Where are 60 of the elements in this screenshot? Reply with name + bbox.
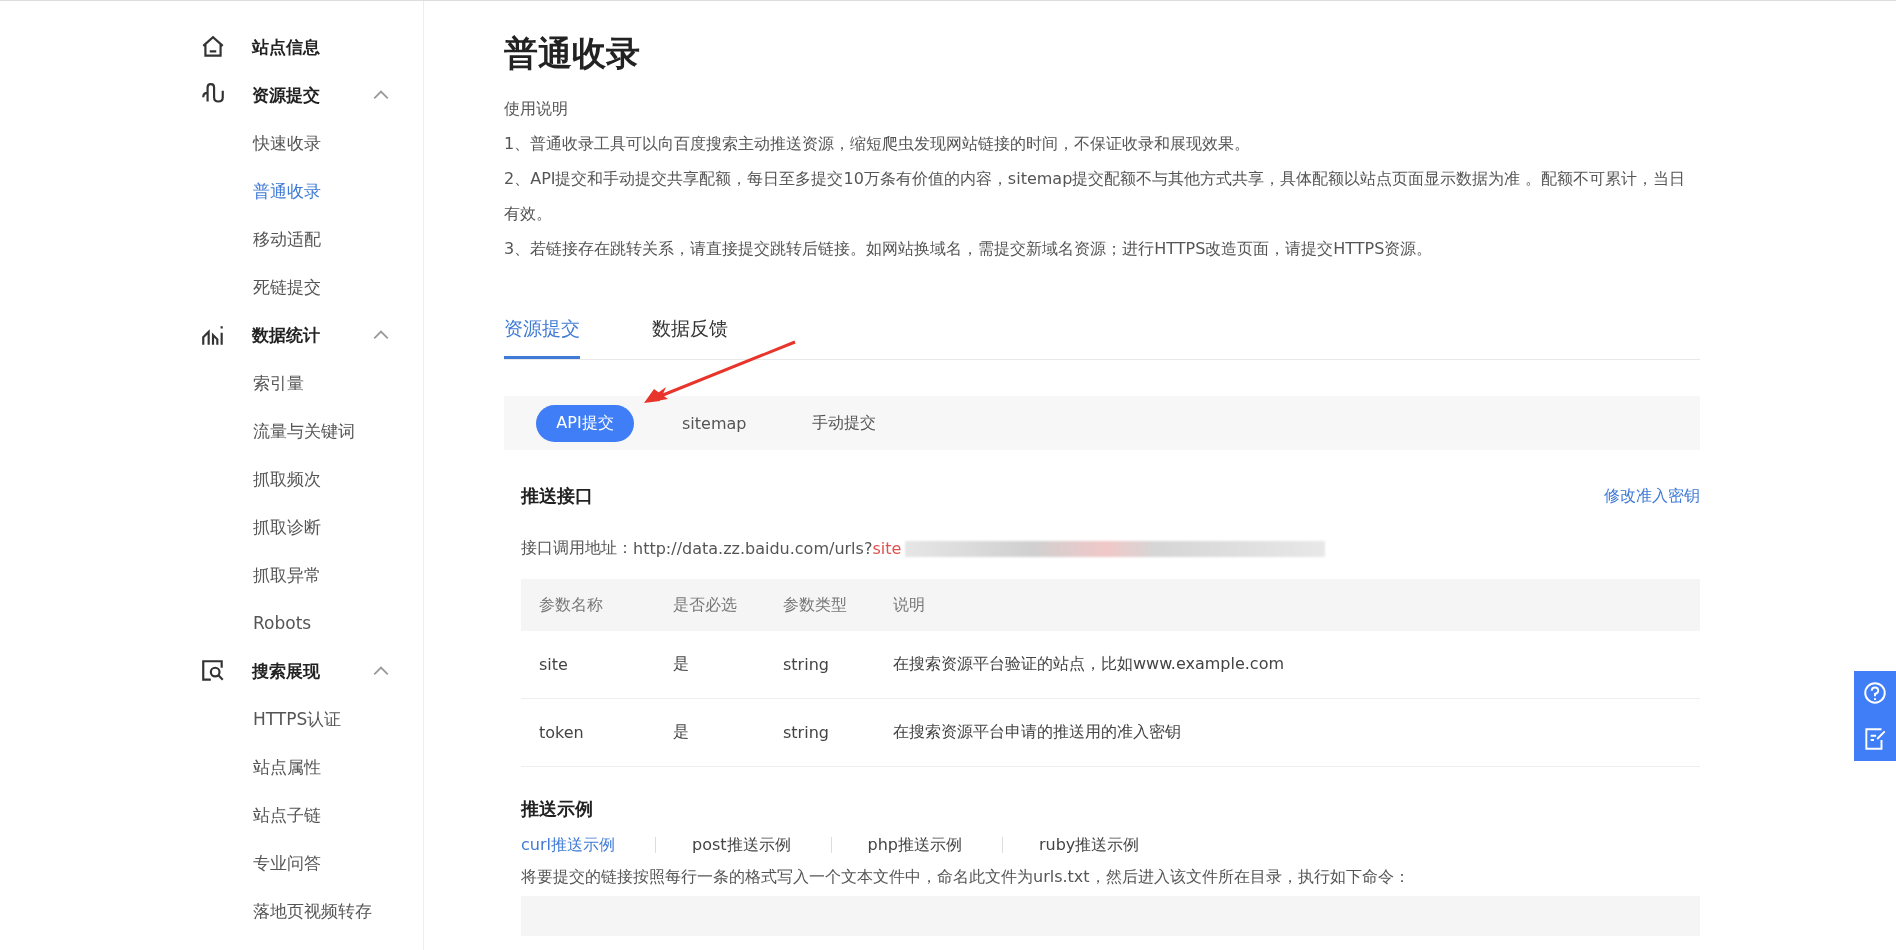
sidebar-group[interactable]: 资源提交: [200, 71, 423, 119]
section-title: 推送接口: [521, 484, 593, 508]
table-cell-text: string: [782, 655, 830, 674]
edit-key-link[interactable]: 修改准入密钥: [1604, 485, 1700, 507]
search-icon: [200, 658, 226, 684]
sidebar-item[interactable]: Robots: [200, 599, 423, 647]
sidebar-item[interactable]: 抓取诊断: [200, 503, 423, 551]
column-header: 说明: [892, 594, 926, 616]
table-cell-text: 是: [672, 654, 690, 675]
sidebar-item[interactable]: 站点子链: [200, 791, 423, 839]
table-cell-text: site: [538, 655, 569, 674]
table-cell-text: token: [538, 723, 585, 742]
intro-paragraph: 3、若链接存在跳转关系，请直接提交跳转后链接。如网站换域名，需提交新域名资源；进行HTTPS改造页面，请提交HTTPS资源。: [504, 238, 1434, 260]
column-header: 参数名称: [538, 594, 604, 616]
subtab[interactable]: sitemap: [664, 405, 765, 441]
table-cell-text: 在搜索资源平台申请的推送用的准入密钥: [892, 722, 1182, 743]
sidebar-item[interactable]: 抓取异常: [200, 551, 423, 599]
example-tab[interactable]: ruby推送示例: [1039, 837, 1180, 853]
sidebar-item[interactable]: 落地页视频转存: [200, 887, 423, 935]
sidebar-item[interactable]: 流量与关键词: [200, 407, 423, 455]
sidebar-item[interactable]: 移动适配: [200, 215, 423, 263]
example-tab[interactable]: post推送示例: [691, 837, 832, 853]
page-title: 普通收录: [504, 32, 641, 75]
sidebar-group-label: 站点信息: [252, 35, 321, 59]
sidebar-item[interactable]: 普通收录: [200, 167, 423, 215]
home-icon: [200, 34, 226, 60]
section-title: 推送示例: [521, 797, 594, 821]
tab[interactable]: 资源提交: [504, 306, 580, 359]
sidebar-group-label: 搜索展现: [252, 659, 321, 683]
sidebar-group[interactable]: 搜索展现: [200, 647, 423, 695]
sidebar-item[interactable]: HTTPS认证: [200, 695, 423, 743]
url-param: site: [872, 539, 902, 558]
sidebar-group-label: 资源提交: [252, 83, 321, 107]
edit-icon[interactable]: [1862, 725, 1888, 752]
table-cell-text: 是: [672, 722, 690, 743]
example-tab[interactable]: curl推送示例: [521, 837, 656, 853]
subtab[interactable]: 手动提交: [794, 404, 895, 442]
api-url: http://data.zz.baidu.com/urls?: [633, 539, 873, 558]
subtab[interactable]: API提交: [536, 404, 634, 442]
example-tab[interactable]: php推送示例: [867, 837, 1003, 853]
intro-heading: 使用说明: [504, 98, 569, 120]
intro-paragraph: 1、普通收录工具可以向百度搜索主动推送资源，缩短爬虫发现网站链接的时间，不保证收录和展现效果。: [504, 133, 1252, 155]
sidebar-item[interactable]: 站点属性: [200, 743, 423, 791]
sidebar-group-label: 数据统计: [252, 323, 321, 347]
tab[interactable]: 数据反馈: [652, 306, 728, 359]
sidebar-item[interactable]: 抓取频次: [200, 455, 423, 503]
url-label: 接口调用地址：: [521, 538, 633, 559]
column-header: 参数类型: [782, 594, 848, 616]
sidebar-group[interactable]: 站点信息: [200, 23, 423, 71]
sidebar-item[interactable]: 死链提交: [200, 263, 423, 311]
help-icon[interactable]: [1862, 680, 1888, 707]
instruction-text: 将要提交的链接按照每行一条的格式写入一个文本文件中，命名此文件为urls.txt，然后进入该文件所在目录，执行如下命令：: [521, 867, 1411, 888]
sidebar-item[interactable]: 快速收录: [200, 119, 423, 167]
intro-paragraph: 2、API提交和手动提交共享配额，每日至多提交10万条有价值的内容，sitemap提交配额不与其他方式共享，具体配额以站点页面显示数据为准 。配额不可累计，当日有效。: [504, 168, 1687, 225]
table-cell-text: 在搜索资源平台验证的站点，比如www.example.com: [892, 654, 1285, 675]
sidebar-item[interactable]: 专业问答: [200, 839, 423, 887]
column-header: 是否必选: [672, 594, 738, 616]
table-cell-text: string: [782, 723, 830, 742]
sidebar-group[interactable]: 数据统计: [200, 311, 423, 359]
sidebar-item[interactable]: 索引量: [200, 359, 423, 407]
